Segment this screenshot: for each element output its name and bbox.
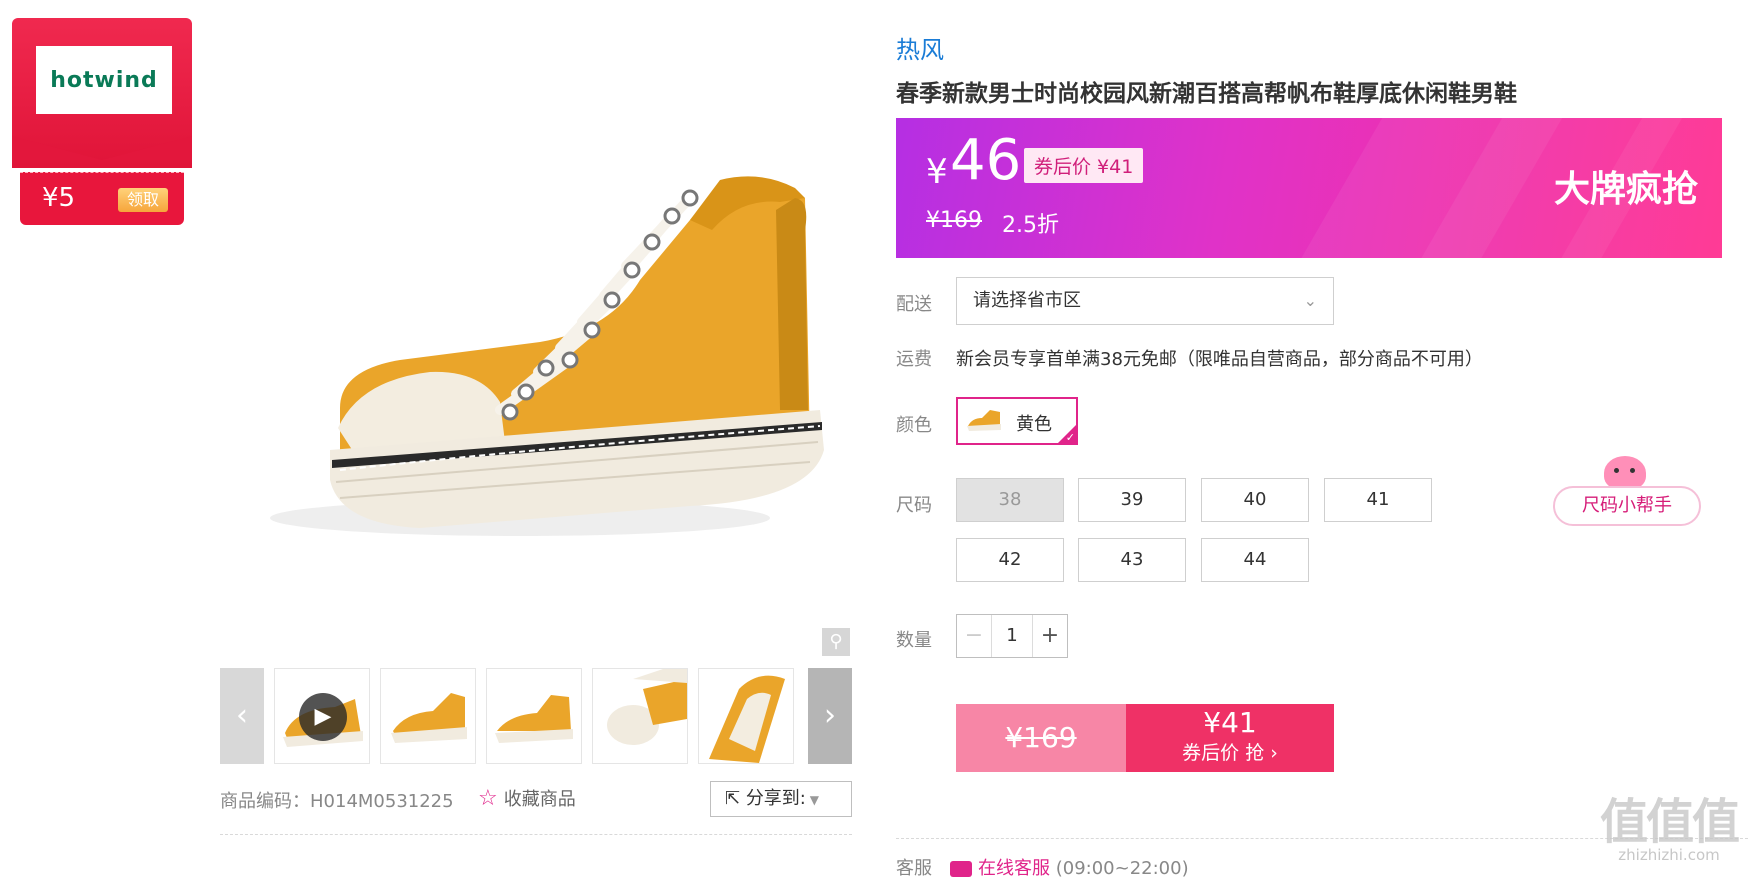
coupon-badge[interactable]: hotwind ¥5 领取 [12, 18, 192, 225]
thumbnail-video[interactable]: ▶ [274, 668, 370, 764]
coupon-claim-button[interactable]: 领取 [118, 188, 168, 212]
coupon-buy-button[interactable]: ¥41 券后价 抢 › [1126, 704, 1334, 772]
buy-button-group: ¥169 ¥41 券后价 抢 › [956, 704, 1334, 772]
share-label: 分享到: [745, 788, 806, 809]
size-option-42[interactable]: 42 [956, 538, 1064, 582]
caret-down-icon: ▼ [805, 793, 819, 807]
favorite-button[interactable]: ☆ 收藏商品 [478, 785, 576, 811]
price-banner: ¥ 46 券后价 ¥41 ¥169 2.5折 大牌疯抢 [896, 118, 1722, 258]
quantity-stepper: − 1 + [956, 614, 1068, 658]
divider [220, 834, 852, 835]
after-coupon-price: 券后价 ¥41 [1024, 148, 1144, 183]
chat-icon [950, 861, 972, 877]
watermark-logo: 值值值 [1600, 794, 1740, 850]
thumb-prev-button[interactable]: ‹ [220, 668, 264, 764]
thumbnail-5[interactable] [698, 668, 794, 764]
brand-logo-text: hotwind [50, 67, 158, 93]
color-swatch-image [967, 410, 1001, 431]
size-label: 尺码 [896, 495, 932, 516]
customer-service: 客服 在线客服 (09:00~22:00) [896, 854, 1189, 880]
chevron-down-icon: ⌄ [1303, 291, 1317, 310]
coupon-buy-label: 券后价 抢 › [1182, 742, 1278, 764]
service-hours: (09:00~22:00) [1055, 858, 1189, 879]
mascot-icon [1604, 456, 1646, 490]
size-option-39[interactable]: 39 [1078, 478, 1186, 522]
discount-rate: 2.5折 [1002, 213, 1059, 238]
size-option-43[interactable]: 43 [1078, 538, 1186, 582]
favorite-label: 收藏商品 [503, 789, 576, 810]
size-option-40[interactable]: 40 [1201, 478, 1309, 522]
quantity-increase-button[interactable]: + [1032, 615, 1067, 657]
size-option-41[interactable]: 41 [1324, 478, 1432, 522]
region-select-value: 请选择省市区 [973, 290, 1081, 311]
shipping-label: 运费 [896, 349, 932, 370]
service-label: 客服 [896, 858, 932, 879]
site-watermark: 值值值 zhizhizhi.com [1600, 782, 1740, 864]
coupon-divider-shape [12, 136, 192, 160]
check-icon: ✓ [1065, 431, 1075, 444]
thumbnail-shoe-image [607, 669, 687, 745]
delivery-label: 配送 [896, 294, 932, 315]
coupon-buy-price: ¥41 [1203, 706, 1257, 739]
star-icon: ☆ [478, 786, 498, 811]
brand-logo: hotwind [36, 46, 172, 114]
color-option-label: 黄色 [1016, 414, 1052, 435]
thumbnail-shoe-image [391, 693, 467, 743]
size-option-44[interactable]: 44 [1201, 538, 1309, 582]
original-price: ¥169 [926, 208, 982, 233]
shipping-info: 新会员专享首单满38元免邮（限唯品自营商品，部分商品不可用） [956, 349, 1483, 370]
coupon-amount: ¥5 [42, 183, 76, 213]
share-icon: ⇱ [725, 788, 746, 809]
size-helper-button[interactable]: 尺码小帮手 [1553, 486, 1701, 526]
thumb-next-button[interactable]: › [808, 668, 852, 764]
sneaker-image [270, 176, 824, 536]
quantity-input[interactable]: 1 [991, 615, 1033, 657]
size-option-38[interactable]: 38 [956, 478, 1064, 522]
thumbnail-3[interactable] [486, 668, 582, 764]
original-price-button[interactable]: ¥169 [956, 704, 1126, 772]
main-product-image[interactable] [220, 30, 850, 650]
region-select[interactable]: 请选择省市区 ⌄ [956, 277, 1334, 325]
quantity-label: 数量 [896, 630, 932, 651]
thumbnail-shoe-image [709, 675, 785, 763]
coupon-footer: ¥5 领取 [20, 172, 184, 225]
thumbnail-shoe-image [495, 695, 573, 743]
color-label: 颜色 [896, 415, 932, 436]
product-code: 商品编码：H014M0531225 [220, 791, 454, 812]
current-price: 46 [950, 128, 1022, 193]
promo-slogan: 大牌疯抢 [1554, 169, 1699, 210]
product-title: 春季新款男士时尚校园风新潮百搭高帮帆布鞋厚底休闲鞋男鞋 [896, 81, 1517, 107]
thumbnail-2[interactable] [380, 668, 476, 764]
online-service-link[interactable]: 在线客服 [978, 858, 1050, 879]
thumbnail-4[interactable] [592, 668, 688, 764]
zoom-icon[interactable]: ⚲ [822, 628, 850, 656]
currency-symbol: ¥ [926, 152, 948, 192]
brand-link[interactable]: 热风 [896, 30, 944, 65]
thumbnail-strip: ‹ ▶ › [220, 668, 852, 764]
quantity-decrease-button[interactable]: − [957, 615, 992, 657]
play-icon: ▶ [299, 693, 347, 741]
color-option-yellow[interactable]: 黄色 ✓ [956, 397, 1078, 445]
share-dropdown[interactable]: ⇱ 分享到: ▼ [710, 781, 852, 817]
